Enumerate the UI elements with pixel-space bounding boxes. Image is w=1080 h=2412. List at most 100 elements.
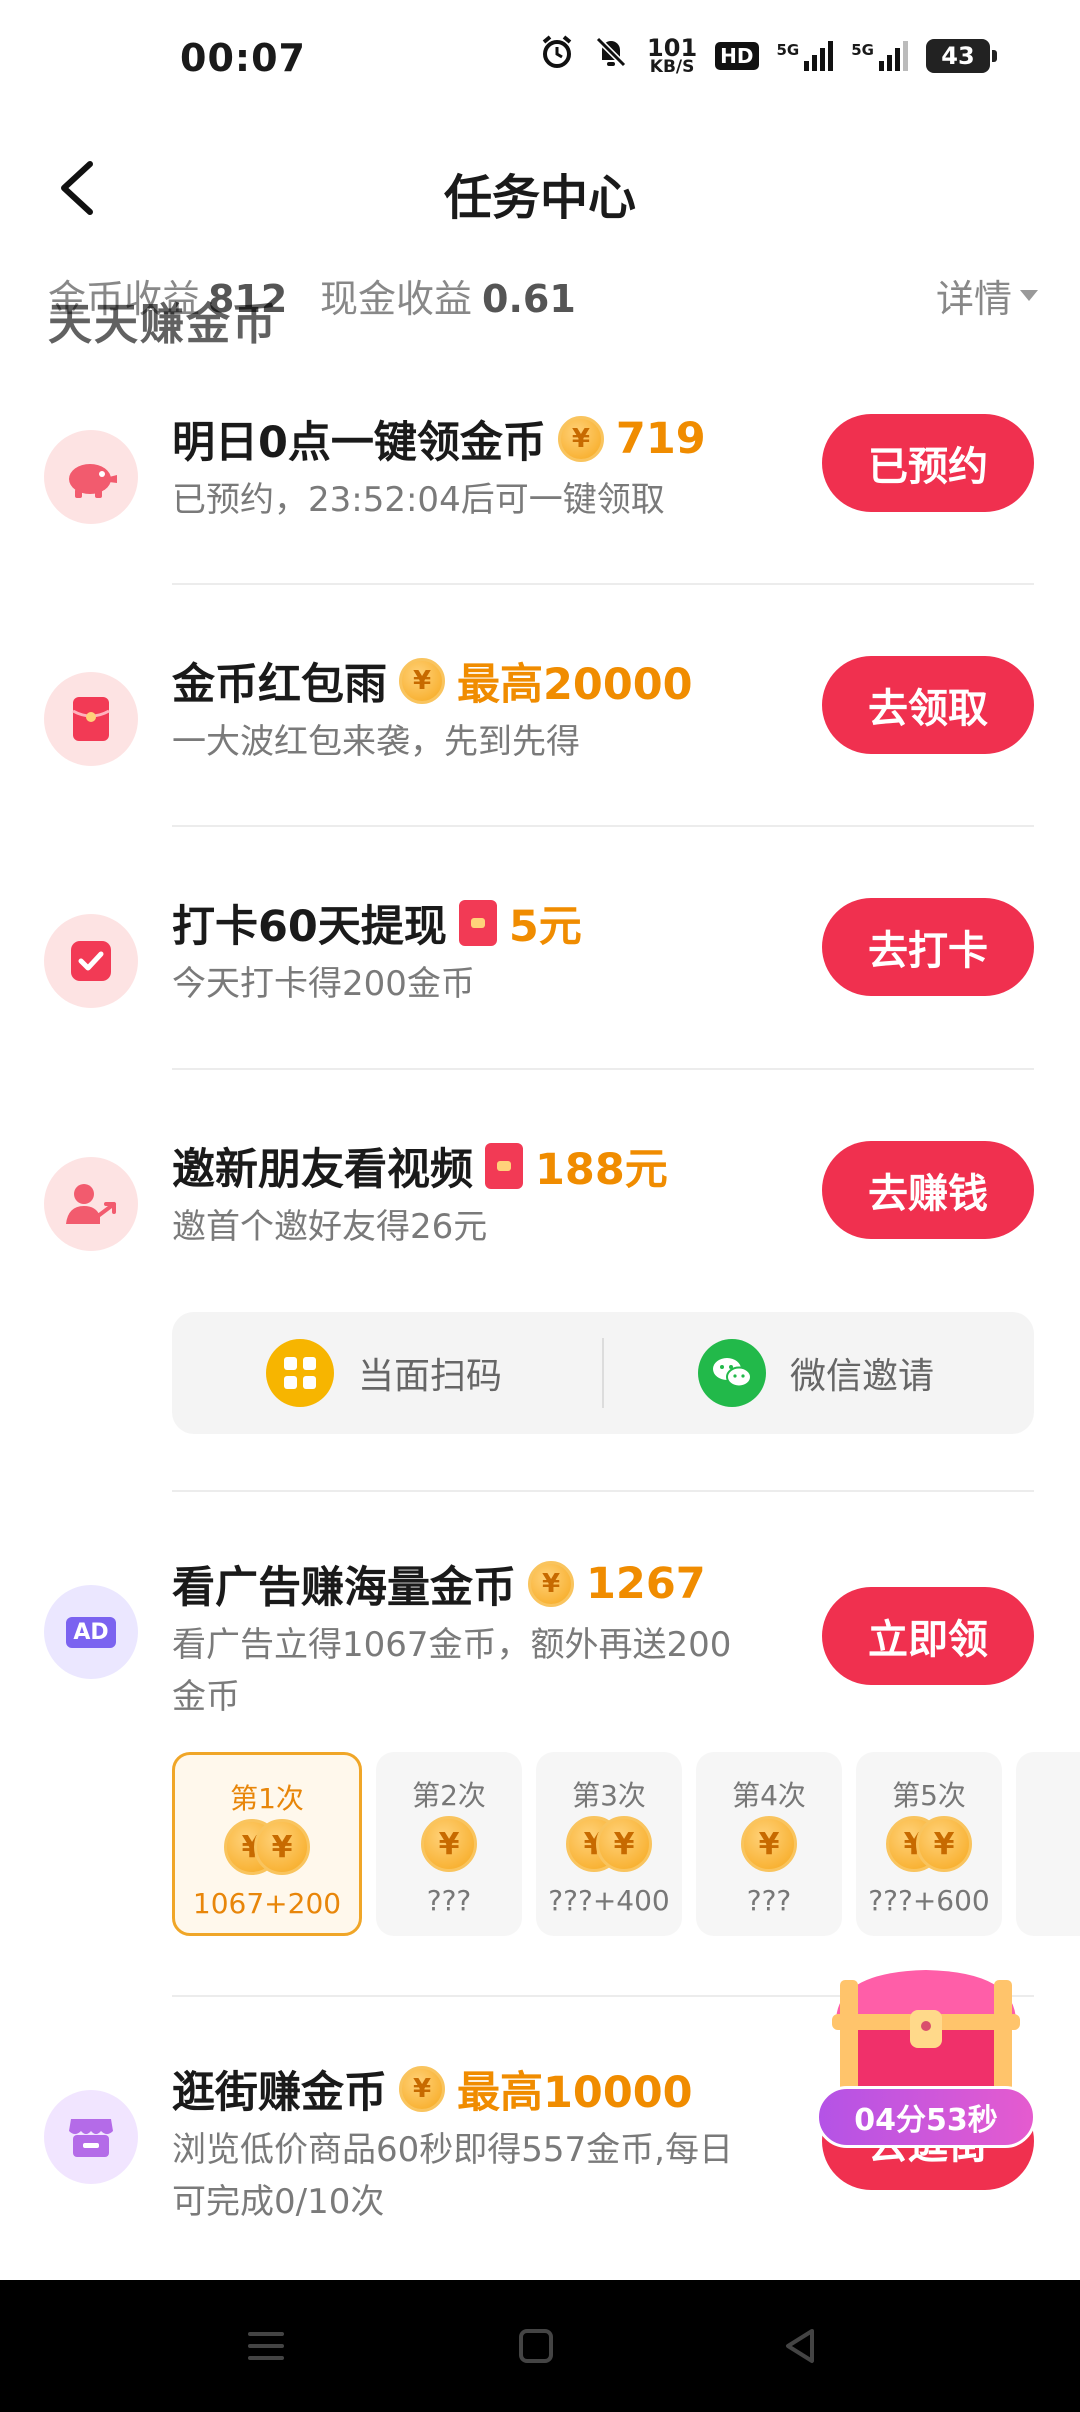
network-speed-value: 101 [647, 33, 698, 62]
home-button[interactable] [498, 2308, 574, 2384]
wechat-icon [698, 1339, 766, 1407]
task-title: 看广告赚海量金币 ¥ 1267 [172, 1553, 706, 1615]
ad-round-6-partial[interactable] [1016, 1752, 1080, 1936]
piggy-bank-icon [44, 430, 138, 524]
coin-icon: ¥ [528, 1561, 574, 1607]
task-title: 明日0点一键领金币 ¥ 719 [172, 408, 706, 470]
back-triangle-icon [786, 2329, 814, 2363]
divider [172, 583, 1034, 585]
ad-round-5[interactable]: 第5次 ¥ ¥ ???+600 [856, 1752, 1002, 1936]
task-subtitle-line: 可完成0/10次 [172, 2182, 385, 2222]
task-subtitle: 一大波红包来袭，先到先得 [172, 722, 580, 762]
ad-round-4[interactable]: 第4次 ¥ ??? [696, 1752, 842, 1936]
task-subtitle-line: 浏览低价商品60秒即得557金币,每日 [172, 2130, 733, 2170]
checkbox-icon [44, 914, 138, 1008]
round-coins: ¥ [696, 1816, 842, 1874]
caret-down-icon [1020, 290, 1038, 301]
header: 任务中心 [0, 130, 1080, 250]
mute-bell-icon [593, 34, 629, 78]
task-title: 金币红包雨 ¥ 最高20000 [172, 650, 693, 712]
task-title: 打卡60天提现 5元 [172, 892, 582, 954]
coin-icon: ¥ [557, 416, 604, 462]
round-value: ??? [426, 1884, 472, 1917]
back-nav-button[interactable] [762, 2308, 838, 2384]
task-title: 逛街赚金币 ¥ 最高10000 [172, 2058, 693, 2120]
home-square-icon [519, 2329, 553, 2363]
round-label: 第5次 [892, 1779, 966, 1812]
task-subtitle: 今天打卡得200金币 [172, 964, 475, 1004]
round-value: ???+400 [548, 1884, 670, 1917]
round-value: 1067+200 [192, 1887, 342, 1920]
status-bar: 00:07 101 KB/S HD 5G 5G 43 [0, 0, 1080, 120]
task-reward: 188元 [535, 1145, 668, 1195]
task-title-text: 明日0点一键领金币 [172, 418, 546, 468]
signal-icon-2: 5G [851, 41, 908, 71]
details-label: 详情 [935, 277, 1012, 321]
earn-money-button[interactable]: 去赚钱 [822, 1141, 1034, 1239]
floating-title-overlay: 天天赚金币 [48, 299, 278, 350]
task-title-text: 金币红包雨 [172, 660, 387, 710]
ad-round-1[interactable]: 第1次 ¥ ¥ 1067+200 [172, 1752, 362, 1936]
round-label: 第3次 [572, 1779, 646, 1812]
qr-code-icon [266, 1339, 334, 1407]
round-coins: ¥ [376, 1816, 522, 1874]
divider [172, 1490, 1034, 1492]
divider [172, 1068, 1034, 1070]
task-title-text: 看广告赚海量金币 [172, 1563, 516, 1613]
task-title-text: 邀新朋友看视频 [172, 1145, 473, 1195]
wechat-invite-label: 微信邀请 [790, 1356, 935, 1397]
signal-icon-1: 5G [777, 41, 834, 71]
signal-label-2: 5G [851, 41, 874, 59]
coin-icon: ¥ [254, 1819, 310, 1875]
invite-options-panel: 当面扫码 微信邀请 [172, 1312, 1034, 1434]
task-subtitle-line: 金币 [172, 1677, 240, 1717]
hd-icon: HD [715, 42, 759, 70]
battery-icon: 43 [926, 39, 997, 73]
details-link[interactable]: 详情 [936, 268, 1038, 323]
ad-icon: AD [44, 1585, 138, 1679]
cash-earnings-label: 现金收益 [320, 277, 473, 321]
network-speed: 101 KB/S [647, 33, 698, 77]
scan-qr-option[interactable]: 当面扫码 [266, 1312, 502, 1434]
reserved-button[interactable]: 已预约 [822, 414, 1034, 512]
round-label: 第2次 [412, 1779, 486, 1812]
scan-qr-label: 当面扫码 [358, 1356, 503, 1397]
coin-icon: ¥ [741, 1816, 797, 1872]
coin-icon: ¥ [916, 1816, 972, 1872]
cash-earnings[interactable]: 现金收益 0.61 [320, 268, 576, 323]
divider [172, 825, 1034, 827]
task-reward: 最高10000 [457, 2068, 693, 2118]
menu-button[interactable] [228, 2308, 304, 2384]
claim-button[interactable]: 去领取 [822, 656, 1034, 754]
ad-rounds-strip[interactable]: 第1次 ¥ ¥ 1067+200 第2次 ¥ ??? 第3次 ¥ ¥ ???+400… [172, 1752, 1080, 1936]
task-title: 邀新朋友看视频 188元 [172, 1135, 668, 1197]
countdown-timer: 04分53秒 [816, 2086, 1036, 2148]
round-value: ???+600 [868, 1884, 990, 1917]
ad-round-3[interactable]: 第3次 ¥ ¥ ???+400 [536, 1752, 682, 1936]
alarm-icon [539, 34, 575, 78]
task-subtitle-line: 看广告立得1067金币，额外再送200 [172, 1625, 732, 1665]
signal-label-1: 5G [776, 41, 800, 59]
network-speed-unit: KB/S [649, 56, 695, 77]
task-subtitle: 浏览低价商品60秒即得557金币,每日 可完成0/10次 [172, 2124, 733, 2228]
ad-icon-label: AD [66, 1616, 116, 1648]
wechat-invite-option[interactable]: 微信邀请 [698, 1312, 934, 1434]
round-coins: ¥ ¥ [856, 1816, 1002, 1874]
task-reward: 最高20000 [457, 660, 693, 710]
ad-round-2[interactable]: 第2次 ¥ ??? [376, 1752, 522, 1936]
coin-icon: ¥ [399, 2066, 445, 2112]
claim-now-button[interactable]: 立即领 [822, 1587, 1034, 1685]
task-reward: 719 [615, 414, 706, 464]
system-nav-bar [0, 2280, 1080, 2412]
coin-icon: ¥ [421, 1816, 477, 1872]
coin-icon: ¥ [596, 1816, 652, 1872]
invite-friends-icon [44, 1157, 138, 1251]
round-label: 第1次 [230, 1782, 304, 1815]
round-value: ??? [746, 1884, 792, 1917]
coin-icon: ¥ [399, 658, 445, 704]
earnings-bar: 金币收益 812 天天赚金币 现金收益 0.61 详情 [48, 268, 1038, 350]
red-envelope-icon [458, 900, 497, 946]
status-time: 00:07 [180, 36, 306, 80]
task-title-text: 逛街赚金币 [172, 2068, 387, 2118]
check-in-button[interactable]: 去打卡 [822, 898, 1034, 996]
